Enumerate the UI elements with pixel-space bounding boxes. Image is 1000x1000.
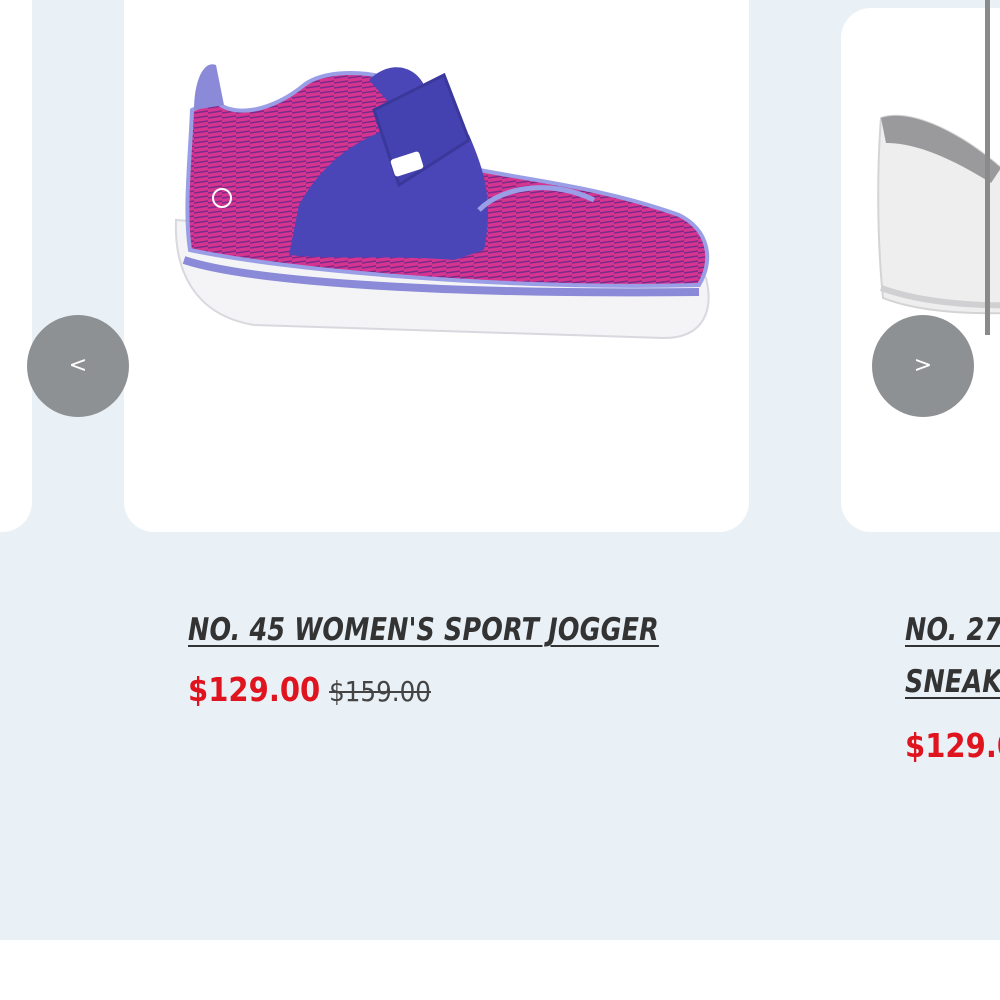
scroll-indicator — [985, 0, 990, 335]
product-info: NO. 45 WOMEN'S SPORT JOGGER $129.00 $159… — [188, 604, 828, 709]
previous-slide-button[interactable]: < — [27, 315, 129, 417]
sale-price-next: $129.0 — [905, 726, 1000, 765]
product-image-card-previous[interactable] — [0, 0, 32, 532]
next-slide-button[interactable]: > — [872, 315, 974, 417]
price-row: $129.00 $159.00 — [188, 670, 751, 709]
sale-price: $129.00 — [188, 670, 321, 709]
product-info-next: NO. 27 SNEAK $129.0 — [905, 604, 1000, 765]
product-title-link-next-line1[interactable]: NO. 27 — [905, 604, 1000, 656]
product-title-link[interactable]: NO. 45 WOMEN'S SPORT JOGGER — [188, 604, 713, 656]
original-price: $159.00 — [329, 675, 431, 708]
sneaker-image — [174, 64, 710, 340]
product-title-link-next-line2[interactable]: SNEAK — [905, 656, 1000, 708]
white-sneaker-image — [877, 114, 1000, 315]
product-carousel: NO. 45 WOMEN'S SPORT JOGGER $129.00 $159… — [0, 0, 1000, 940]
product-image-card-next[interactable] — [841, 8, 1000, 532]
price-row-next: $129.0 — [905, 726, 1000, 765]
product-image-card[interactable] — [124, 0, 749, 532]
